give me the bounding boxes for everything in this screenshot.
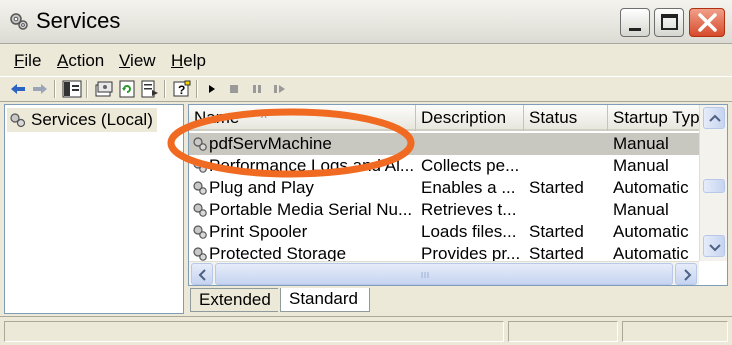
tree-item-services-local[interactable]: Services (Local) xyxy=(7,108,157,132)
chevron-up-icon xyxy=(709,114,721,122)
menu-help[interactable]: Help xyxy=(171,51,206,71)
tab-standard[interactable]: Standard xyxy=(280,288,370,312)
menu-action[interactable]: Action xyxy=(57,51,104,71)
service-description: Enables a ... xyxy=(421,178,516,197)
service-name: Plug and Play xyxy=(209,178,314,197)
minimize-button[interactable] xyxy=(620,8,650,37)
list-header: Name ^ Description Status Startup Typ xyxy=(189,105,699,131)
status-panel xyxy=(4,321,504,342)
scroll-down-button[interactable] xyxy=(703,235,725,257)
gears-icon xyxy=(193,203,207,217)
column-header-startup-type[interactable]: Startup Typ xyxy=(608,105,699,131)
gears-icon xyxy=(193,181,207,195)
view-tabs: Extended Standard xyxy=(188,288,728,312)
service-startup-type: Manual xyxy=(613,134,669,153)
tab-extended[interactable]: Extended xyxy=(190,288,278,312)
toolbar-separator xyxy=(54,80,56,98)
sort-indicator-icon: ^ xyxy=(261,111,267,125)
menu-bar: File Action View Help xyxy=(0,48,732,72)
status-panel xyxy=(622,321,728,342)
status-panel xyxy=(508,321,618,342)
export-list-icon[interactable] xyxy=(140,80,160,98)
restart-service-icon[interactable] xyxy=(270,80,290,98)
table-row[interactable]: Performance Logs and Al... Collects pe...… xyxy=(189,155,699,177)
service-startup-type: Automatic xyxy=(613,178,689,197)
service-status xyxy=(529,133,609,155)
close-icon xyxy=(698,13,717,32)
console-tree: Services (Local) xyxy=(4,104,184,314)
chevron-left-icon xyxy=(198,269,206,281)
service-startup-type: Manual xyxy=(613,200,669,219)
chevron-right-icon xyxy=(684,269,692,281)
horizontal-scrollbar[interactable] xyxy=(189,261,699,285)
close-button[interactable] xyxy=(689,8,725,37)
back-arrow-icon[interactable] xyxy=(8,80,28,98)
tree-item-label: Services (Local) xyxy=(31,110,153,129)
gears-icon xyxy=(10,113,26,128)
scroll-right-button[interactable] xyxy=(675,263,697,285)
forward-arrow-icon[interactable] xyxy=(30,80,50,98)
service-status: Started xyxy=(529,222,584,241)
service-description xyxy=(421,133,523,155)
service-name: Print Spooler xyxy=(209,222,308,241)
service-status xyxy=(529,199,609,221)
vertical-scroll-thumb[interactable] xyxy=(703,179,725,193)
chevron-down-icon xyxy=(709,244,721,252)
vertical-scrollbar[interactable] xyxy=(699,105,727,261)
stop-service-icon[interactable] xyxy=(224,80,244,98)
start-service-icon[interactable] xyxy=(202,80,222,98)
refresh-icon[interactable] xyxy=(117,80,137,98)
table-row[interactable]: Print Spooler Loads files... Started Automa… xyxy=(189,221,699,243)
gears-icon xyxy=(193,159,207,173)
gears-icon xyxy=(193,247,207,261)
properties-icon[interactable] xyxy=(94,80,114,98)
help-icon[interactable]: ? xyxy=(172,80,192,98)
gears-icon xyxy=(10,13,28,30)
status-bar xyxy=(0,316,732,345)
gears-icon xyxy=(193,225,207,239)
scroll-up-button[interactable] xyxy=(703,107,725,129)
service-description: Loads files... xyxy=(421,222,517,241)
scroll-left-button[interactable] xyxy=(191,263,213,285)
svg-text:?: ? xyxy=(178,83,185,97)
service-startup-type: Automatic xyxy=(613,222,689,241)
service-name: Portable Media Serial Nu... xyxy=(209,200,413,219)
toolbar-separator xyxy=(196,80,198,98)
pause-service-icon[interactable] xyxy=(247,80,267,98)
toolbar: ? xyxy=(0,76,732,102)
service-startup-type: Manual xyxy=(613,156,669,175)
maximize-icon xyxy=(661,14,678,30)
service-description: Collects pe... xyxy=(421,156,520,175)
minimize-icon xyxy=(629,28,641,31)
column-header-description[interactable]: Description xyxy=(416,105,524,131)
column-header-name[interactable]: Name ^ xyxy=(189,105,416,131)
horizontal-scroll-thumb[interactable] xyxy=(215,263,673,285)
table-row[interactable]: pdfServMachine Manual xyxy=(189,133,699,155)
menu-view[interactable]: View xyxy=(119,51,156,71)
services-list: Name ^ Description Status Startup Typ pd… xyxy=(188,104,728,286)
service-status: Started xyxy=(529,178,584,197)
show-hide-console-tree-icon[interactable] xyxy=(62,80,82,98)
service-description: Retrieves t... xyxy=(421,200,517,219)
service-status xyxy=(529,155,609,177)
toolbar-separator xyxy=(164,80,166,98)
window-title: Services xyxy=(36,8,121,33)
menu-file[interactable]: File xyxy=(14,51,41,71)
grip-icon xyxy=(421,272,429,278)
column-header-status[interactable]: Status xyxy=(524,105,608,131)
service-name: Performance Logs and Al... xyxy=(209,156,414,175)
title-bar[interactable]: Services xyxy=(0,0,732,44)
table-row[interactable]: Portable Media Serial Nu... Retrieves t..… xyxy=(189,199,699,221)
table-row[interactable]: Plug and Play Enables a ... Started Automat… xyxy=(189,177,699,199)
toolbar-separator xyxy=(86,80,88,98)
service-name: pdfServMachine xyxy=(209,134,332,153)
maximize-button[interactable] xyxy=(654,8,684,37)
gears-icon xyxy=(193,137,207,151)
